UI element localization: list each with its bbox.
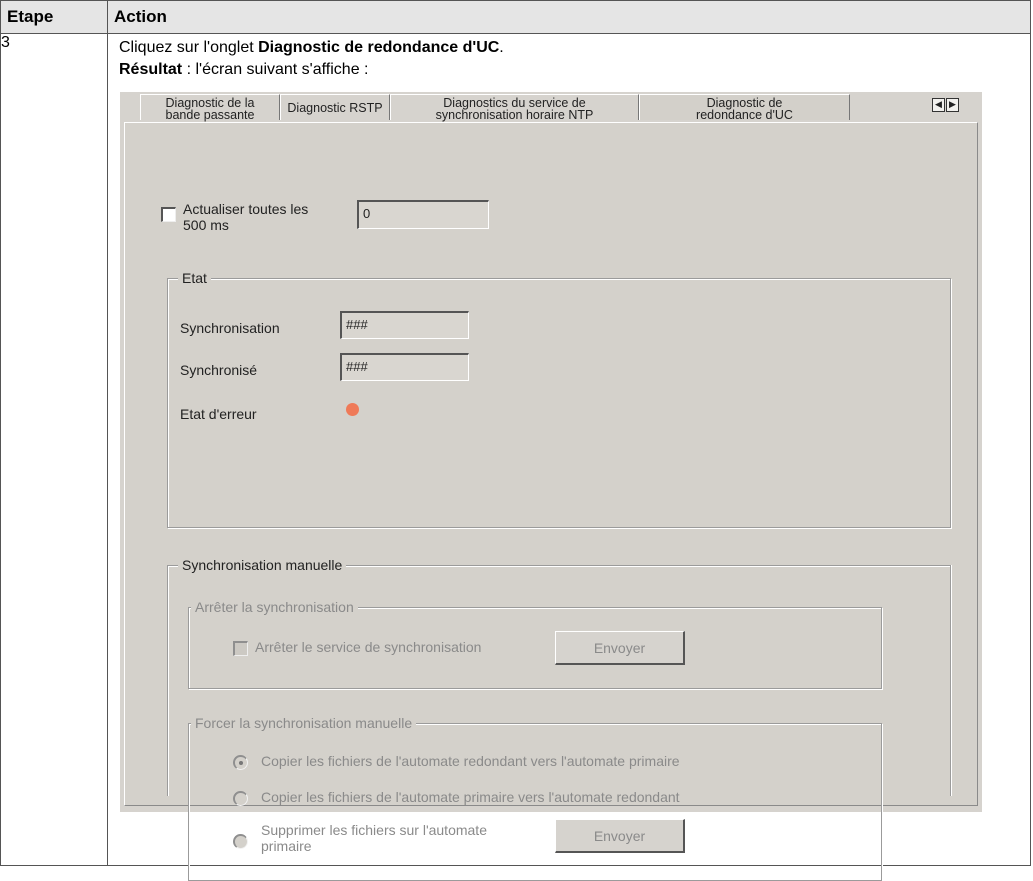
instruction-tab-name: Diagnostic de redondance d'UC: [258, 39, 500, 56]
option-delete-line2: primaire: [261, 838, 312, 854]
instruction-suffix: .: [499, 39, 504, 56]
tab-label-line2: synchronisation horaire NTP: [435, 108, 594, 122]
table-row: 3 Cliquez sur l'onglet Diagnostic de red…: [0, 33, 1031, 881]
result-label: Résultat: [119, 61, 183, 78]
screenshot-panel: Diagnostic de la bande passante Diagnost…: [120, 92, 982, 881]
force-sync-send-button[interactable]: Envoyer: [555, 819, 685, 853]
stop-service-label: Arrêter le service de synchronisation: [255, 639, 482, 655]
option-copy-primary-to-redundant: Copier les fichiers de l'automate primai…: [261, 789, 680, 805]
force-sync-legend: Forcer la synchronisation manuelle: [191, 715, 417, 731]
refresh-checkbox[interactable]: [161, 207, 176, 222]
result-text: : l'écran suivant s'affiche :: [182, 61, 369, 78]
etat-group: Etat Synchronisation ### Synchronisé ###…: [167, 270, 951, 528]
synchronisation-field: ###: [340, 311, 469, 339]
instruction-line: Cliquez sur l'onglet Diagnostic de redon…: [119, 39, 504, 57]
refresh-label-line2: 500 ms: [183, 217, 229, 233]
stop-sync-legend: Arrêter la synchronisation: [191, 599, 358, 615]
etat-legend: Etat: [178, 270, 211, 286]
radio-copy-primary-to-redundant[interactable]: [233, 791, 248, 806]
tab-bande-passante[interactable]: Diagnostic de la bande passante: [140, 94, 280, 122]
radio-selected-dot-icon: [239, 761, 243, 765]
tab-content: Actualiser toutes les 500 ms 0 Etat Sync…: [124, 122, 978, 881]
option-copy-redundant-to-primary: Copier les fichiers de l'automate redond…: [261, 753, 680, 769]
tab-label-line2: redondance d'UC: [696, 108, 793, 122]
instruction-prefix: Cliquez sur l'onglet: [119, 39, 259, 56]
manual-sync-legend: Synchronisation manuelle: [178, 557, 347, 573]
tab-rstp[interactable]: Diagnostic RSTP: [280, 94, 390, 120]
header-action: Action: [107, 0, 1031, 34]
force-sync-group: Forcer la synchronisation manuelle Copie…: [188, 715, 882, 881]
refresh-counter-field: 0: [357, 200, 489, 229]
tab-scroll-right-icon[interactable]: ▶: [946, 98, 959, 112]
synchronise-label: Synchronisé: [180, 362, 258, 378]
tab-scroll-left-icon[interactable]: ◀: [932, 98, 945, 112]
radio-copy-redundant-to-primary[interactable]: [233, 755, 248, 770]
tab-bar: Diagnostic de la bande passante Diagnost…: [120, 92, 982, 122]
header-row: Etape Action: [0, 0, 1031, 34]
option-delete-line1: Supprimer les fichiers sur l'automate: [261, 822, 487, 838]
stop-sync-group: Arrêter la synchronisation Arrêter le se…: [188, 599, 882, 689]
tab-ntp[interactable]: Diagnostics du service de synchronisatio…: [390, 94, 639, 122]
tab-label-line2: bande passante: [165, 108, 255, 122]
synchronise-field: ###: [340, 353, 469, 381]
stop-service-checkbox[interactable]: [233, 641, 248, 656]
error-state-label: Etat d'erreur: [180, 406, 257, 422]
tab-label-line1: Diagnostic RSTP: [287, 101, 383, 115]
refresh-label-line1: Actualiser toutes les: [183, 201, 309, 217]
option-delete-primary-files: Supprimer les fichiers sur l'automate pr…: [261, 822, 487, 854]
procedure-table: Etape Action 3 Cliquez sur l'onglet Diag…: [0, 0, 1031, 881]
step-number: 3: [0, 33, 108, 866]
error-status-led-icon: [346, 403, 359, 416]
tab-redondance-uc[interactable]: Diagnostic de redondance d'UC: [639, 94, 850, 122]
refresh-label: Actualiser toutes les 500 ms: [183, 201, 308, 233]
radio-delete-primary-files[interactable]: [233, 834, 248, 849]
result-line: Résultat : l'écran suivant s'affiche :: [119, 61, 368, 79]
header-etape: Etape: [0, 0, 108, 34]
stop-sync-send-button[interactable]: Envoyer: [555, 631, 685, 665]
synchronisation-label: Synchronisation: [180, 320, 280, 336]
action-cell: Cliquez sur l'onglet Diagnostic de redon…: [107, 33, 1031, 881]
